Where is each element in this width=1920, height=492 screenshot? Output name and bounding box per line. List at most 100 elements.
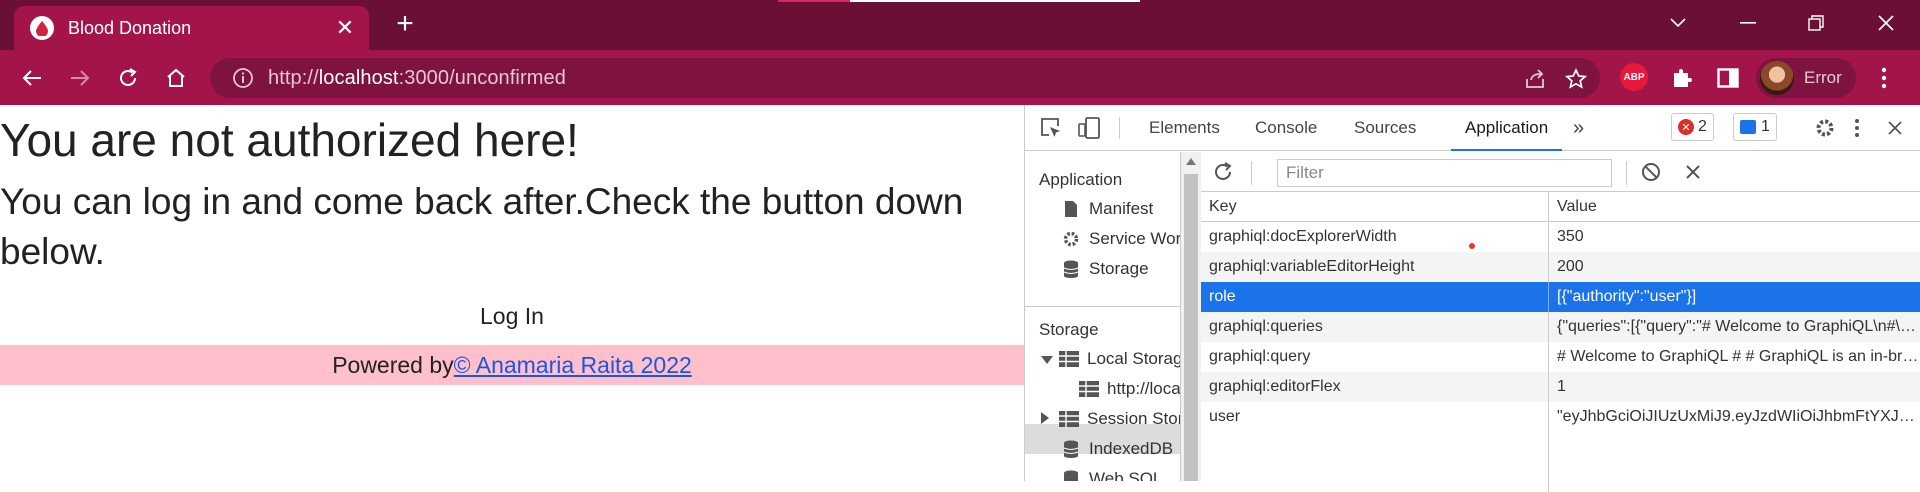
key-cell[interactable]: role: [1201, 282, 1549, 312]
sidebar-item-local-storage[interactable]: Local Storage: [1041, 349, 1180, 369]
column-header-key[interactable]: Key: [1201, 192, 1549, 221]
minimize-icon[interactable]: [1728, 8, 1768, 38]
url-text: http://localhost:3000/unconfirmed: [268, 66, 566, 89]
restore-icon[interactable]: [1796, 8, 1836, 38]
tab-title: Blood Donation: [68, 17, 192, 38]
key-cell[interactable]: graphiql:queries: [1201, 312, 1549, 342]
sidebar-item-service-workers[interactable]: Service Workers: [1061, 229, 1180, 249]
close-tab-icon[interactable]: ✕: [333, 16, 357, 40]
inspect-element-icon[interactable]: [1039, 116, 1063, 140]
profile-status-label: Error: [1804, 68, 1842, 87]
key-cell[interactable]: graphiql:variableEditorHeight: [1201, 252, 1549, 282]
table-row[interactable]: graphiql:variableEditorHeight 200: [1201, 252, 1920, 282]
settings-gear-icon[interactable]: [1813, 116, 1837, 140]
table-row[interactable]: role [{"authority":"user"}]: [1201, 282, 1920, 312]
message-count-badge[interactable]: 1: [1733, 113, 1777, 141]
home-icon[interactable]: [158, 60, 194, 96]
value-cell[interactable]: "eyJhbGciOiJIUzUxMiJ9.eyJzdWIiOiJhbmFtYX…: [1549, 402, 1920, 432]
close-window-icon[interactable]: [1866, 8, 1906, 38]
value-cell[interactable]: {"queries":[{"query":"# Welcome to Graph…: [1549, 312, 1920, 342]
browser-tab[interactable]: Blood Donation ✕: [14, 6, 369, 50]
value-cell[interactable]: 200: [1549, 252, 1920, 282]
devtools-tabbar: Elements Console Sources Application » ✕…: [1025, 105, 1920, 151]
page-content: You are not authorized here! You can log…: [0, 105, 1024, 481]
gear-icon: [1061, 229, 1081, 249]
table-row[interactable]: graphiql:editorFlex 1: [1201, 372, 1920, 402]
value-cell[interactable]: 350: [1549, 222, 1920, 252]
browser-titlebar: Blood Donation ✕ +: [0, 0, 1920, 50]
sidebar-item-websql[interactable]: Web SQL: [1061, 469, 1162, 481]
tab-sources[interactable]: Sources: [1354, 105, 1416, 151]
database-icon: [1061, 439, 1081, 459]
empty-key-cell: [1201, 432, 1549, 492]
footer: Powered by © Anamaria Raita 2022: [0, 345, 1024, 385]
key-cell[interactable]: user: [1201, 402, 1549, 432]
side-panel-icon[interactable]: [1710, 60, 1746, 96]
clear-all-icon[interactable]: [1639, 160, 1663, 184]
table-row[interactable]: user "eyJhbGciOiJIUzUxMiJ9.eyJzdWIiOiJhbm…: [1201, 402, 1920, 432]
sidebar-heading-application: Application: [1039, 170, 1123, 189]
message-count: 1: [1761, 118, 1770, 135]
site-info-icon[interactable]: [232, 67, 254, 89]
key-cell[interactable]: graphiql:query: [1201, 342, 1549, 372]
back-icon[interactable]: [14, 60, 50, 96]
value-cell[interactable]: # Welcome to GraphiQL # # GraphiQL is an…: [1549, 342, 1920, 372]
value-cell[interactable]: 1: [1549, 372, 1920, 402]
toolbar-separator: [1119, 117, 1120, 139]
sidebar-scrollbar[interactable]: [1181, 152, 1201, 481]
table-grid-icon: [1059, 349, 1079, 369]
column-header-value[interactable]: Value: [1549, 192, 1920, 221]
devtools-menu-icon[interactable]: [1845, 116, 1869, 140]
delete-selected-icon[interactable]: [1681, 160, 1705, 184]
footer-credit-link[interactable]: © Anamaria Raita 2022: [454, 352, 692, 379]
key-cell[interactable]: graphiql:editorFlex: [1201, 372, 1549, 402]
table-row[interactable]: graphiql:query # Welcome to GraphiQL # # …: [1201, 342, 1920, 372]
error-count-badge[interactable]: ✕ 2: [1671, 113, 1714, 141]
login-link[interactable]: Log In: [0, 303, 1024, 330]
sidebar-item-session-storage[interactable]: Session Storage: [1041, 409, 1180, 429]
scrollbar-thumb[interactable]: [1184, 174, 1198, 481]
close-devtools-icon[interactable]: [1883, 116, 1907, 140]
forward-icon[interactable]: [62, 60, 98, 96]
refresh-icon[interactable]: [1211, 160, 1235, 184]
expanded-arrow-icon[interactable]: [1041, 349, 1053, 369]
more-tabs-icon[interactable]: »: [1573, 105, 1584, 151]
message-icon: [1740, 120, 1756, 134]
page-title: You are not authorized here!: [0, 114, 579, 166]
file-icon: [1061, 199, 1081, 219]
profile-button[interactable]: Error: [1756, 58, 1856, 98]
sidebar-item-local-origin[interactable]: http://localhost:3000: [1079, 379, 1180, 399]
blood-drop-icon: [30, 16, 54, 40]
sidebar-item-manifest[interactable]: Manifest: [1061, 199, 1153, 219]
error-icon: ✕: [1678, 119, 1694, 135]
modified-indicator-dot: [1469, 243, 1475, 249]
storage-filter-bar: [1201, 152, 1920, 192]
collapsed-arrow-icon[interactable]: [1041, 409, 1053, 429]
value-cell[interactable]: [{"authority":"user"}]: [1549, 282, 1920, 312]
toolbar-separator: [1626, 161, 1627, 185]
key-cell[interactable]: graphiql:docExplorerWidth: [1201, 222, 1549, 252]
address-bar[interactable]: http://localhost:3000/unconfirmed: [210, 58, 1600, 98]
table-row[interactable]: graphiql:docExplorerWidth 350: [1201, 222, 1920, 252]
tab-application[interactable]: Application: [1451, 105, 1563, 151]
browser-menu-icon[interactable]: [1866, 60, 1902, 96]
sidebar-heading-storage: Storage: [1039, 320, 1099, 339]
filter-input[interactable]: [1277, 159, 1612, 187]
tab-search-icon[interactable]: [1658, 8, 1698, 38]
new-tab-button[interactable]: +: [390, 9, 420, 40]
error-count: 2: [1698, 118, 1707, 135]
devtools-panel: Elements Console Sources Application » ✕…: [1024, 105, 1920, 492]
adblock-extension-icon[interactable]: ABP: [1620, 63, 1648, 91]
share-icon[interactable]: [1522, 66, 1548, 92]
application-sidebar: Application Manifest Service Workers Sto…: [1025, 152, 1181, 481]
sidebar-item-indexeddb[interactable]: IndexedDB: [1061, 439, 1173, 459]
device-toolbar-icon[interactable]: [1077, 116, 1101, 140]
reload-icon[interactable]: [110, 60, 146, 96]
tab-elements[interactable]: Elements: [1149, 105, 1220, 151]
scroll-up-arrow-icon[interactable]: [1186, 158, 1196, 165]
bookmark-star-icon[interactable]: [1563, 66, 1589, 92]
sidebar-item-storage[interactable]: Storage: [1061, 259, 1149, 279]
tab-console[interactable]: Console: [1255, 105, 1317, 151]
table-row[interactable]: graphiql:queries {"queries":[{"query":"# …: [1201, 312, 1920, 342]
extensions-puzzle-icon[interactable]: [1664, 60, 1700, 96]
